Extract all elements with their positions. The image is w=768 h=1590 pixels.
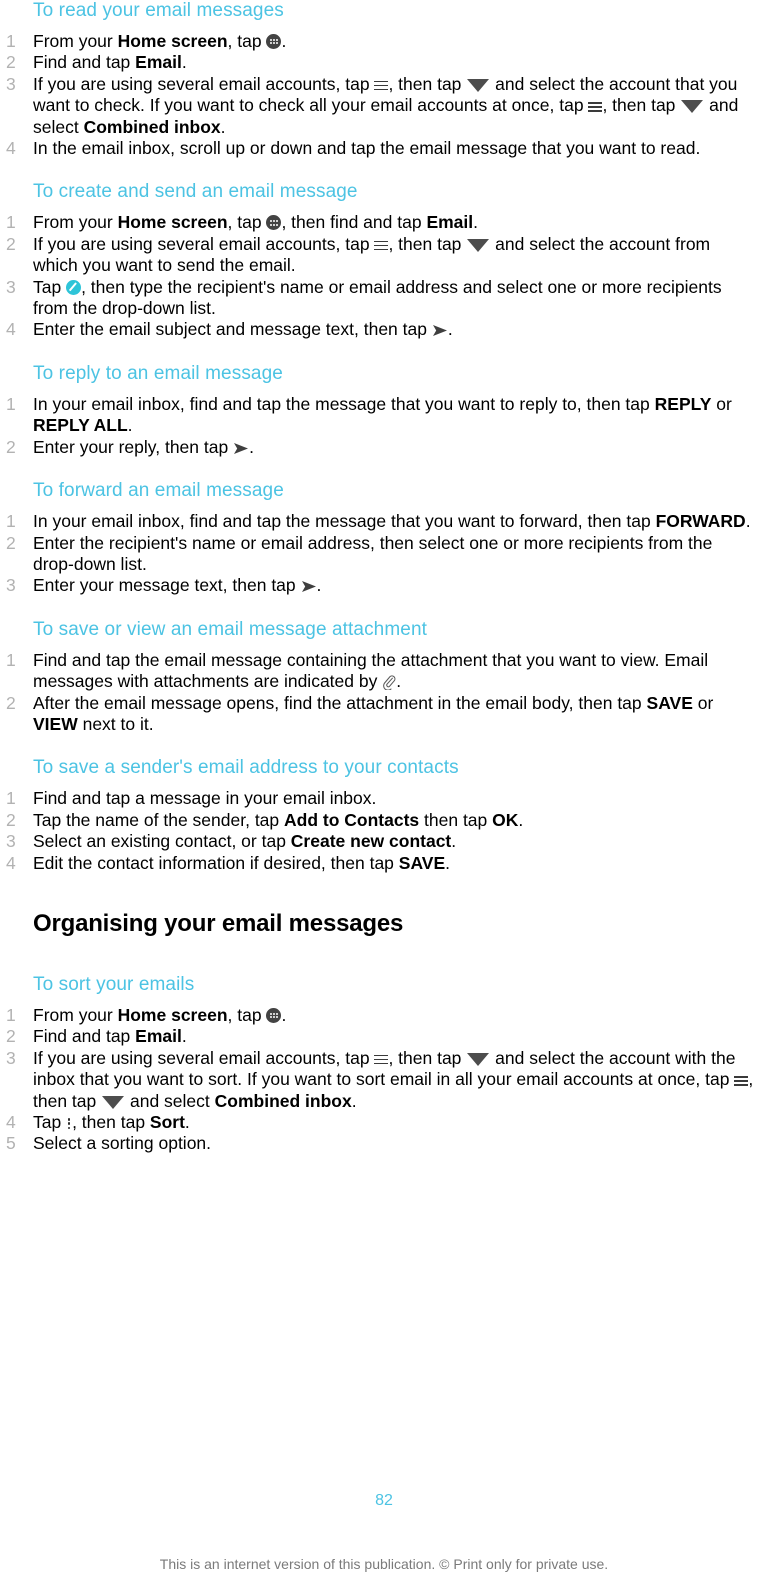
section-heading: To forward an email message <box>33 480 284 502</box>
section-heading: To create and send an email message <box>33 181 358 203</box>
caret-down-icon <box>102 1095 125 1109</box>
step-item: Tap the name of the sender, tap Add to C… <box>6 809 524 832</box>
caret-down-icon <box>467 1052 490 1066</box>
caret-down-icon <box>467 238 490 252</box>
section-reply-email: To reply to an email message In your emai… <box>0 362 754 459</box>
step-item: Find and tap the email message containin… <box>6 649 709 692</box>
step-item: Tap , then tap Sort. <box>6 1112 190 1134</box>
step-item: From your Home screen, tap . <box>6 31 287 53</box>
section-heading: To save a sender's email address to your… <box>33 757 459 779</box>
section-create-send-email: To create and send an email message From … <box>0 181 754 341</box>
step-item: If you are using several email accounts,… <box>6 73 739 137</box>
step-item: From your Home screen, tap , then find a… <box>6 212 479 234</box>
step-item: In the email inbox, scroll up or down an… <box>6 138 701 160</box>
step-list: In your email inbox, find and tap the me… <box>0 393 754 459</box>
step-list: From your Home screen, tap . Find and tap… <box>0 31 754 160</box>
step-item: From your Home screen, tap . <box>6 1004 287 1027</box>
step-item: In your email inbox, find and tap the me… <box>6 393 732 436</box>
paperclip-icon <box>382 675 396 691</box>
step-item: Select an existing contact, or tap Creat… <box>6 831 457 853</box>
step-item: Select a sorting option. <box>6 1133 212 1155</box>
step-item: Find and tap a message in your email inb… <box>6 788 377 810</box>
step-item: Find and tap Email. <box>6 52 187 74</box>
step-item: After the email message opens, find the … <box>6 692 714 734</box>
section-heading: To sort your emails <box>33 973 195 995</box>
step-item: Enter your message text, then tap . <box>6 575 322 597</box>
apps-drawer-icon <box>266 34 282 49</box>
step-item: In your email inbox, find and tap the me… <box>6 511 751 533</box>
step-item: Enter the recipient's name or email addr… <box>6 532 713 574</box>
section-sort-emails: To sort your emails From your Home screen… <box>0 974 754 1155</box>
step-list: In your email inbox, find and tap the me… <box>0 511 754 597</box>
apps-drawer-icon <box>266 215 282 231</box>
step-item: Tap , then type the recipient's name or … <box>6 276 722 319</box>
send-icon <box>233 442 249 455</box>
caret-down-icon <box>467 78 490 92</box>
section-save-view-attachment: To save or view an email message attachm… <box>0 619 754 736</box>
step-item: Edit the contact information if desired,… <box>6 852 450 875</box>
overflow-menu-icon <box>67 1117 71 1130</box>
menu-icon <box>374 80 389 91</box>
send-icon <box>432 324 448 337</box>
menu-icon <box>374 240 389 251</box>
step-item: If you are using several email accounts,… <box>6 1047 754 1111</box>
send-icon <box>301 580 317 593</box>
menu-icon <box>588 101 603 112</box>
step-item: If you are using several email accounts,… <box>6 233 711 276</box>
footer-copyright-note: This is an internet version of this publ… <box>159 1556 609 1572</box>
manual-page: To read your email messages From your Hom… <box>0 0 768 1590</box>
page-content: To read your email messages From your Hom… <box>0 0 754 1155</box>
step-item: Enter your reply, then tap . <box>6 436 254 459</box>
section-read-email: To read your email messages From your Hom… <box>0 0 754 160</box>
section-heading: To reply to an email message <box>33 362 283 384</box>
caret-down-icon <box>681 100 704 114</box>
step-list: From your Home screen, tap . Find and tap… <box>0 1005 754 1155</box>
section-forward-email: To forward an email message In your email… <box>0 480 754 597</box>
apps-drawer-icon <box>266 1007 282 1023</box>
section-heading: To read your email messages <box>33 0 284 21</box>
step-list: Find and tap a message in your email inb… <box>0 788 754 874</box>
menu-icon <box>734 1075 749 1086</box>
section-save-sender-address: To save a sender's email address to your… <box>0 757 754 874</box>
section-heading: To save or view an email message attachm… <box>33 618 427 640</box>
compose-icon <box>66 279 82 295</box>
step-item: Enter the email subject and message text… <box>6 319 453 341</box>
step-list: Find and tap the email message containin… <box>0 650 754 736</box>
page-number: 82 <box>375 1492 393 1509</box>
menu-icon <box>374 1054 389 1065</box>
step-list: From your Home screen, tap , then find a… <box>0 212 754 341</box>
step-item: Find and tap Email. <box>6 1026 187 1048</box>
page-title: Organising your email messages <box>33 909 404 937</box>
